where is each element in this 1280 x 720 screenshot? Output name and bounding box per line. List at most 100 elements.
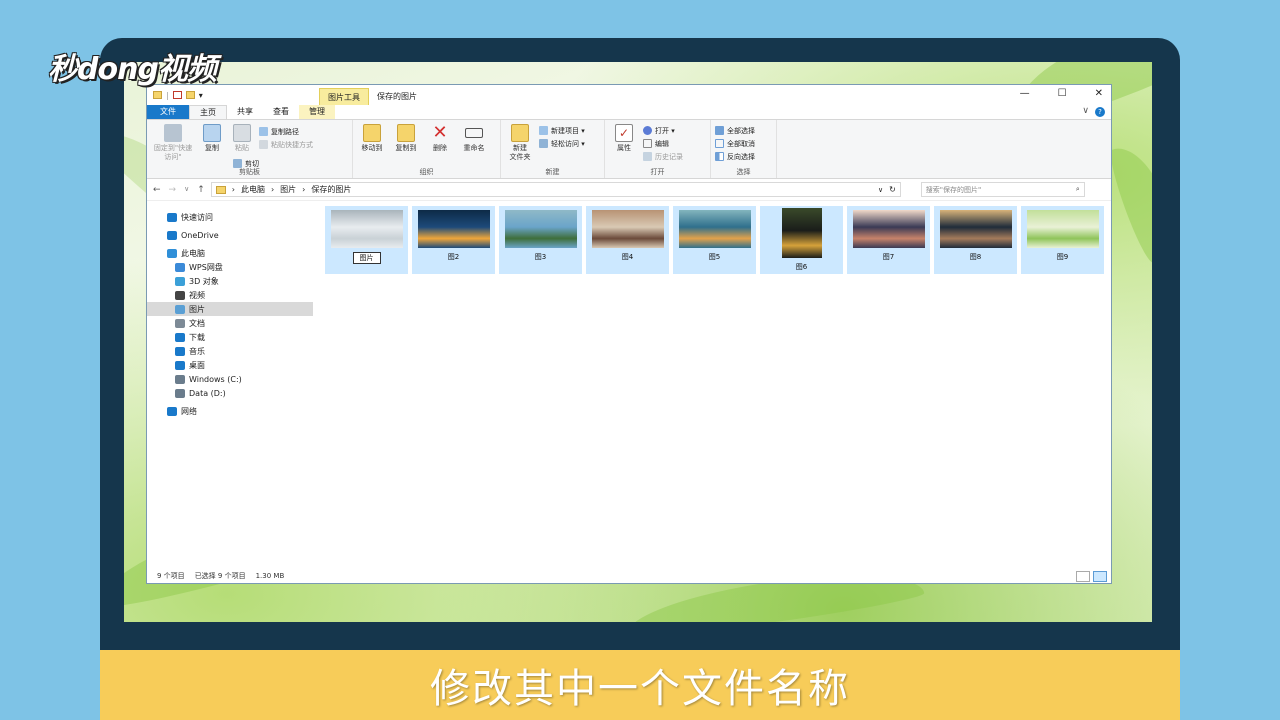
sidebar-item-film[interactable]: 视频	[147, 288, 313, 302]
window-title: 保存的图片	[377, 92, 417, 101]
large-icons-view-icon[interactable]	[1093, 571, 1107, 582]
caption-text: 修改其中一个文件名称	[430, 666, 850, 712]
download-icon	[175, 332, 185, 342]
file-thumbnail[interactable]: 图4	[586, 206, 669, 274]
help-icon[interactable]: ?	[1095, 107, 1105, 117]
ribbon: 固定到"快速访问" 复制 粘贴 复制路径 粘贴快捷方式 剪切 剪贴板 移动到 复…	[147, 119, 1111, 179]
select-all-button[interactable]: 全部选择	[715, 125, 755, 136]
file-name-label: 图6	[795, 263, 808, 271]
maximize-button[interactable]: ☐	[1058, 88, 1067, 99]
clipboard-group-label: 剪贴板	[239, 168, 260, 176]
sidebar-item-cloud-outline[interactable]: WPS网盘	[147, 260, 313, 274]
search-icon: ⌕	[1075, 185, 1080, 193]
picture-tools-context-label: 图片工具	[319, 88, 369, 105]
sidebar-item-label: 网络	[181, 406, 197, 416]
file-thumbnail[interactable]: 图8	[934, 206, 1017, 274]
sidebar-item-label: Windows (C:)	[189, 374, 242, 384]
address-bar[interactable]: › 此电脑 › 图片 › 保存的图片 ∨ ↻	[210, 182, 901, 197]
rename-input[interactable]: 图片	[352, 252, 381, 264]
image-preview	[591, 210, 664, 248]
paste-shortcut-button[interactable]: 粘贴快捷方式	[259, 139, 313, 150]
up-arrow-icon[interactable]: ↑	[197, 185, 205, 195]
cube-icon	[175, 276, 185, 286]
tab-view[interactable]: 查看	[263, 105, 299, 119]
select-none-icon	[715, 139, 724, 148]
sidebar-item-label: 桌面	[189, 360, 205, 370]
file-thumbnail[interactable]: 图6	[760, 206, 843, 274]
sidebar-item-label: OneDrive	[181, 230, 219, 240]
select-group-label: 选择	[736, 168, 751, 176]
sidebar-item-cube[interactable]: 3D 对象	[147, 274, 313, 288]
sidebar-item-label: 快速访问	[181, 212, 213, 222]
file-name-label: 图2	[447, 253, 460, 261]
delete-x-icon: ✕	[432, 122, 448, 143]
sidebar-item-picture[interactable]: 图片	[147, 302, 313, 316]
refresh-icon[interactable]: ↻	[889, 185, 896, 194]
sidebar-item-drive-d[interactable]: Data (D:)	[147, 386, 313, 400]
file-thumbnail[interactable]: 图3	[499, 206, 582, 274]
details-view-icon[interactable]	[1076, 571, 1090, 582]
collapse-ribbon-icon[interactable]: ∨	[1082, 106, 1089, 116]
file-thumbnail[interactable]: 图9	[1021, 206, 1104, 274]
sidebar-item-label: 下载	[189, 332, 205, 342]
copy-path-button[interactable]: 复制路径	[259, 126, 313, 137]
minimize-button[interactable]: —	[1020, 88, 1030, 99]
folder-icon	[153, 91, 162, 99]
tab-home[interactable]: 主页	[189, 105, 227, 119]
sidebar-item-drive-c[interactable]: Windows (C:)	[147, 372, 313, 386]
sidebar-item-network[interactable]: 网络	[147, 404, 313, 418]
file-name-label: 图9	[1056, 253, 1069, 261]
sidebar-item-cloud[interactable]: OneDrive	[147, 228, 313, 242]
rename-icon	[465, 128, 483, 138]
new-folder-qat-icon[interactable]	[185, 91, 195, 99]
close-button[interactable]: ✕	[1095, 88, 1103, 99]
file-thumbnail[interactable]: 图7	[847, 206, 930, 274]
file-thumbnail[interactable]: 图片	[325, 206, 408, 274]
open-icon	[643, 126, 652, 135]
copy-to-icon	[397, 124, 415, 142]
breadcrumb-pictures[interactable]: 图片	[280, 184, 296, 195]
file-name-label: 图8	[969, 253, 982, 261]
history-icon	[643, 152, 652, 161]
easy-access-button[interactable]: 轻松访问 ▾	[539, 138, 585, 149]
back-arrow-icon[interactable]: ←	[153, 185, 161, 195]
image-preview	[939, 210, 1012, 248]
clipboard-icon	[233, 124, 251, 142]
tab-file[interactable]: 文件	[147, 105, 189, 119]
edit-button[interactable]: 编辑	[643, 138, 683, 149]
address-dropdown-icon[interactable]: ∨	[878, 186, 883, 194]
new-item-button[interactable]: 新建项目 ▾	[539, 125, 585, 136]
sidebar-item-download[interactable]: 下载	[147, 330, 313, 344]
organize-group: 移动到 复制到 ✕ 删除 重命名 组织	[353, 120, 501, 178]
forward-arrow-icon[interactable]: →	[169, 185, 177, 195]
invert-selection-icon	[715, 152, 724, 161]
properties-qat-icon[interactable]	[172, 91, 182, 99]
breadcrumb-this-pc[interactable]: 此电脑	[241, 184, 265, 195]
sidebar-item-document[interactable]: 文档	[147, 316, 313, 330]
sidebar-item-music[interactable]: 音乐	[147, 344, 313, 358]
search-input[interactable]: 搜索"保存的图片" ⌕	[920, 182, 1085, 197]
sidebar-item-desktop[interactable]: 桌面	[147, 358, 313, 372]
file-thumbnail[interactable]: 图2	[412, 206, 495, 274]
open-button[interactable]: 打开 ▾	[643, 125, 683, 136]
film-icon	[175, 290, 185, 300]
navigation-pane: 快速访问 OneDrive 此电脑 WPS网盘 3D 对象 视频 图片 文档下载音乐桌面 Win…	[147, 202, 313, 569]
sidebar-item-computer[interactable]: 此电脑	[147, 246, 313, 260]
breadcrumb-saved-pictures[interactable]: 保存的图片	[311, 184, 351, 195]
file-name-label: 图3	[534, 253, 547, 261]
thumbnail-grid: 图片 图2 图3 图4 图5 图6 图7 图8 图9	[325, 206, 1111, 274]
file-name-label: 图7	[882, 253, 895, 261]
sidebar-item-label: 音乐	[189, 346, 205, 356]
invert-selection-button[interactable]: 反向选择	[715, 151, 755, 162]
file-thumbnail[interactable]: 图5	[673, 206, 756, 274]
recent-locations-icon[interactable]: ∨	[184, 185, 189, 195]
music-icon	[175, 346, 185, 356]
new-group-label: 新建	[545, 168, 560, 176]
customize-qat-icon[interactable]: ▾	[199, 91, 203, 100]
move-to-icon	[363, 124, 381, 142]
tab-manage[interactable]: 管理	[299, 105, 335, 119]
sidebar-item-star[interactable]: 快速访问	[147, 210, 313, 224]
select-none-button[interactable]: 全部取消	[715, 138, 755, 149]
history-button[interactable]: 历史记录	[643, 151, 683, 162]
tab-share[interactable]: 共享	[227, 105, 263, 119]
